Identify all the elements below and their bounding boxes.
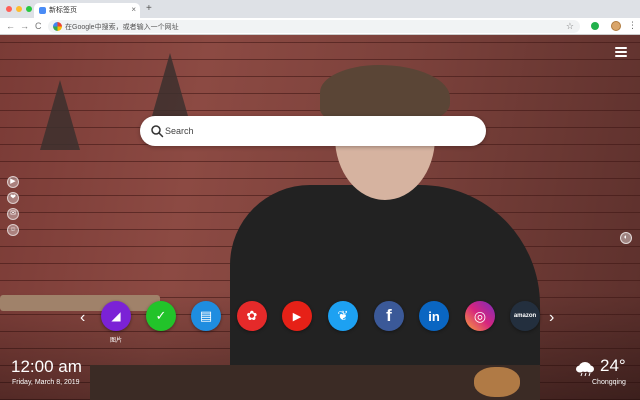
shortcut-check[interactable]: ✓ (146, 301, 176, 331)
linkedin-icon: in (428, 308, 440, 324)
side-smile-icon[interactable]: ☺ (7, 224, 19, 236)
address-bar[interactable]: 在Google中搜索，或者输入一个网址 ☆ (48, 20, 580, 33)
hamburger-menu-icon[interactable] (615, 47, 627, 57)
news-icon: ▤ (199, 308, 213, 323)
wall-decoration (40, 80, 80, 150)
window-controls (6, 6, 32, 12)
youtube-icon: ▶ (292, 310, 302, 323)
twitter-icon: ❦ (337, 308, 349, 323)
wall-decoration (150, 53, 190, 123)
clock-date: Friday, March 8, 2019 (12, 379, 80, 386)
tab-favicon-icon (39, 7, 46, 14)
shortcut-gallery-label: 图片 (109, 338, 122, 344)
browser-tab-bar: 新标签页 × + (0, 0, 640, 18)
shortcut-gallery[interactable]: ◢ (101, 301, 131, 331)
browser-menu-icon[interactable]: ⋮ (628, 19, 637, 31)
close-window-button[interactable] (6, 6, 12, 12)
gallery-icon: ◢ (111, 309, 121, 323)
address-bar-text: 在Google中搜索，或者输入一个网址 (65, 24, 179, 31)
game-icon: ✿ (246, 308, 258, 323)
tab-title: 新标签页 (49, 7, 77, 14)
bookmark-star-icon[interactable]: ☆ (566, 20, 574, 33)
side-social-icons: ▶ ❤ ✉ ☺ (7, 176, 19, 236)
weather-temperature: 24° (600, 356, 626, 375)
side-heart-icon[interactable]: ❤ (7, 192, 19, 204)
shortcut-game[interactable]: ✿ (237, 301, 267, 331)
instagram-icon: ◎ (473, 307, 487, 324)
right-panel-handle-icon[interactable]: ◐ (620, 232, 632, 244)
shortcuts-next-arrow[interactable]: › (549, 310, 554, 326)
weather-city: Chongqing (592, 379, 626, 386)
browser-tab[interactable]: 新标签页 × (34, 3, 140, 18)
shortcut-youtube[interactable]: ▶ (282, 301, 312, 331)
search-icon (151, 125, 164, 138)
minimize-window-button[interactable] (16, 6, 22, 12)
maximize-window-button[interactable] (26, 6, 32, 12)
side-play-icon[interactable]: ▶ (7, 176, 19, 188)
clock-time: 12:00 am (11, 357, 82, 376)
reload-button[interactable]: C (35, 20, 42, 32)
shortcut-twitter[interactable]: ❦ (328, 301, 358, 331)
browser-toolbar: ← → C 在Google中搜索，或者输入一个网址 ☆ (0, 18, 640, 35)
shortcut-amazon[interactable]: amazon (510, 301, 540, 331)
check-icon: ✓ (155, 308, 167, 323)
back-button[interactable]: ← (6, 20, 15, 32)
shortcut-instagram[interactable]: ◎ (465, 301, 495, 331)
profile-avatar[interactable] (611, 21, 621, 31)
shortcut-linkedin[interactable]: in (419, 301, 449, 331)
shortcut-news[interactable]: ▤ (191, 301, 221, 331)
background-photo (0, 35, 640, 400)
amazon-icon: amazon (513, 313, 537, 319)
food (474, 367, 520, 397)
shortcut-facebook[interactable]: f (374, 301, 404, 331)
forward-button[interactable]: → (20, 20, 29, 32)
cloud-icon (576, 362, 594, 377)
search-input[interactable] (165, 122, 475, 140)
google-icon (53, 22, 62, 31)
extension-icon[interactable] (591, 22, 599, 30)
search-bar[interactable] (140, 116, 486, 146)
new-tab-button[interactable]: + (146, 3, 152, 15)
facebook-icon: f (386, 306, 392, 325)
tab-close-icon[interactable]: × (131, 5, 136, 15)
side-mail-icon[interactable]: ✉ (7, 208, 19, 220)
table (90, 365, 540, 400)
shortcuts-prev-arrow[interactable]: ‹ (80, 310, 85, 326)
